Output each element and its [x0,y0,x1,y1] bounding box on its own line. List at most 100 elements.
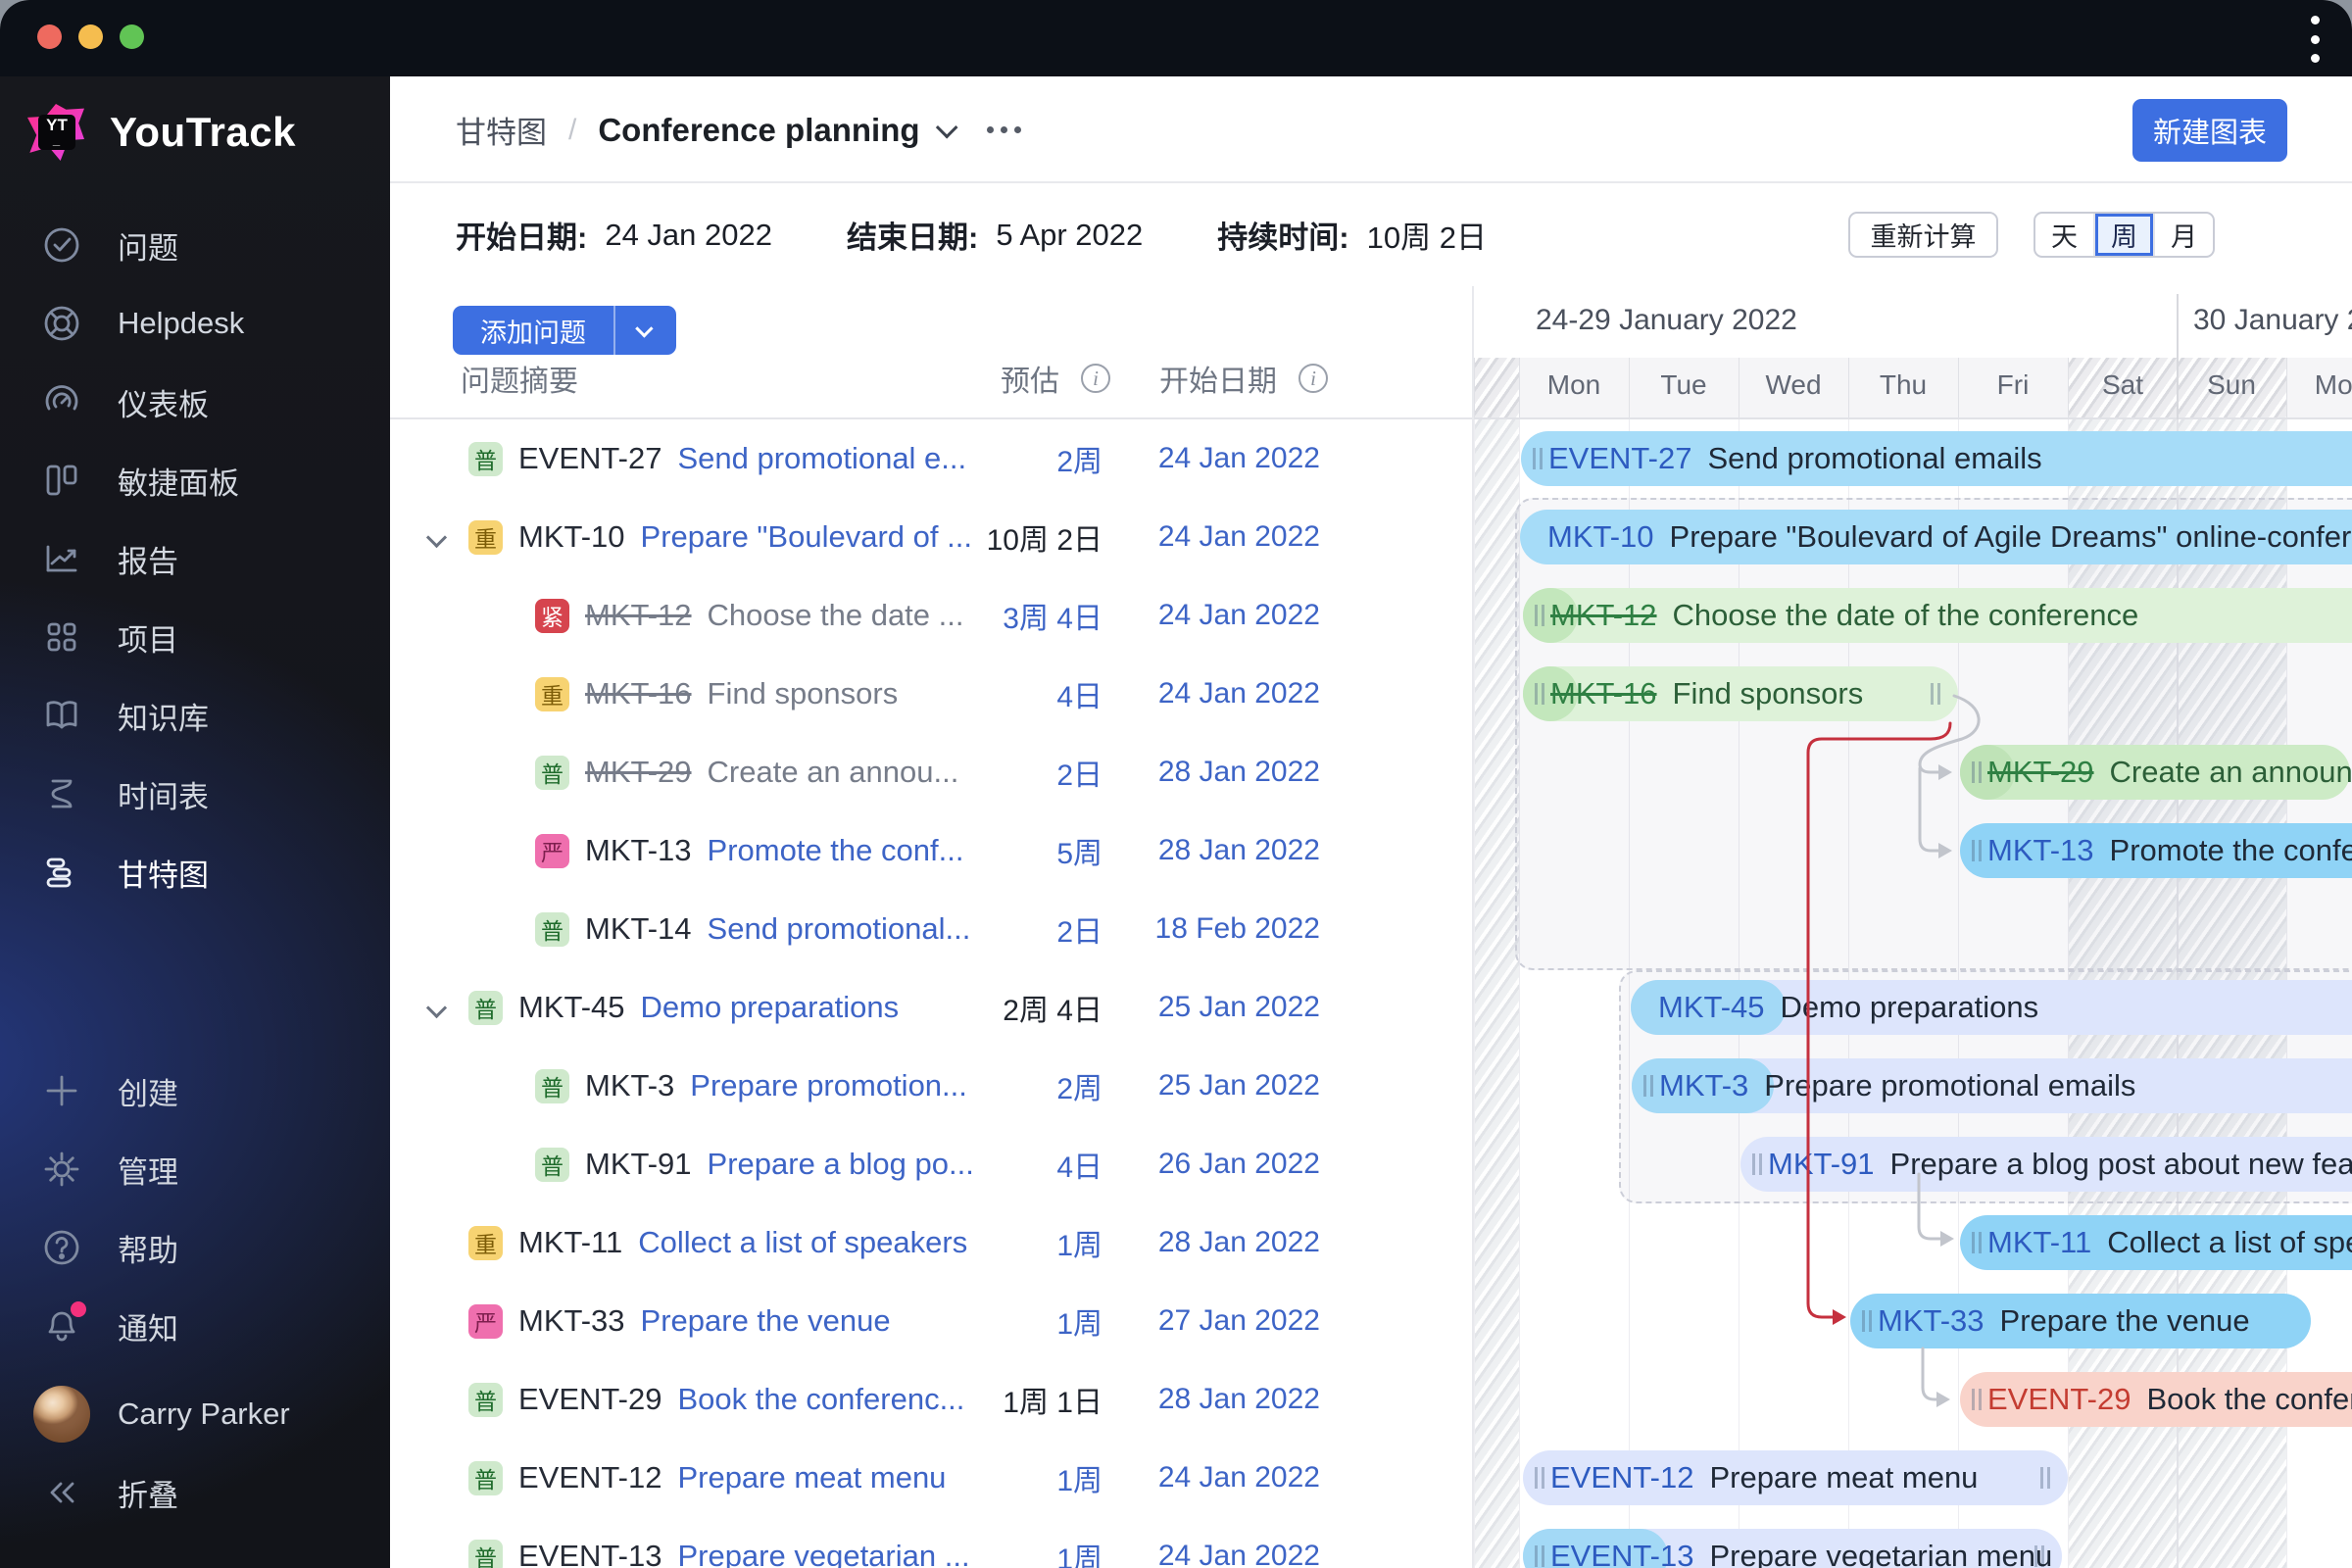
table-row[interactable]: 普 MKT-3 Prepare promotion... 2周 25 Jan 2022 [390,1047,1472,1125]
table-row[interactable]: 普 MKT-45 Demo preparations 2周 4日 25 Jan 2022 [390,968,1472,1047]
column-start-date[interactable]: 开始日期 i [1159,357,1328,400]
gantt-bar-MKT-45[interactable]: MKT-45 Demo preparations [1631,980,2352,1035]
sidebar-item-项目[interactable]: 项目 [0,600,390,674]
issue-title-link[interactable]: Prepare the venue [641,1303,891,1339]
gantt-bar-EVENT-27[interactable]: EVENT-27 Send promotional emails [1521,431,2352,486]
info-icon[interactable]: i [1298,364,1328,393]
issue-title-link[interactable]: Create an annou... [708,755,959,790]
estimate-value[interactable]: 10周 2日 [987,498,1102,576]
sidebar-item-Helpdesk[interactable]: Helpdesk [0,286,390,361]
table-row[interactable]: 紧 MKT-12 Choose the date ... 3周 4日 24 Jan 20… [390,576,1472,655]
sidebar-item-报告[interactable]: 报告 [0,521,390,596]
estimate-value[interactable]: 4日 [1056,1125,1102,1203]
bar-issue-id[interactable]: MKT-11 [1987,1225,2091,1260]
chevron-down-icon[interactable] [935,116,958,138]
table-row[interactable]: 重 MKT-11 Collect a list of speakers 1周 28 Ja… [390,1203,1472,1282]
start-date-value[interactable]: 25 Jan 2022 [1158,968,1320,1047]
issue-id[interactable]: MKT-12 [585,598,692,633]
issue-id[interactable]: MKT-11 [518,1225,622,1260]
issue-title-link[interactable]: Send promotional... [708,911,971,947]
issue-title-link[interactable]: Prepare promotion... [690,1068,967,1103]
gantt-bar-MKT-12[interactable]: MKT-12 Choose the date of the conference [1523,588,2352,643]
table-row[interactable]: 普 MKT-91 Prepare a blog po... 4日 26 Jan 2022 [390,1125,1472,1203]
start-date-value[interactable]: 24 Jan 2022 [1158,419,1320,498]
start-date-value[interactable]: 26 Jan 2022 [1158,1125,1320,1203]
estimate-value[interactable]: 1周 1日 [1003,1360,1102,1439]
breadcrumb-root[interactable]: 甘特图 [456,108,547,152]
gantt-bar-MKT-91[interactable]: MKT-91 Prepare a blog post about new fea.… [1740,1137,2352,1192]
bar-issue-id[interactable]: MKT-16 [1550,676,1657,711]
sidebar-item-帮助[interactable]: 帮助 [0,1210,390,1285]
gantt-bar-MKT-16[interactable]: MKT-16 Find sponsors [1523,666,1958,721]
youtrack-logo[interactable]: YT _ YouTrack [25,102,296,163]
sidebar-item-通知[interactable]: 通知 [0,1289,390,1363]
start-date-value[interactable]: 28 Jan 2022 [1158,1203,1320,1282]
close-window-button[interactable] [37,24,62,49]
table-row[interactable]: 普 EVENT-12 Prepare meat menu 1周 24 Jan 2022 [390,1439,1472,1517]
issue-id[interactable]: EVENT-12 [518,1460,662,1495]
issue-title-link[interactable]: Promote the conf... [708,833,964,868]
collapse-caret-icon[interactable] [425,997,448,1019]
issue-title-link[interactable]: Find sponsors [708,676,899,711]
issue-id[interactable]: MKT-45 [518,990,625,1025]
issue-title-link[interactable]: Collect a list of speakers [638,1225,967,1260]
bar-issue-id[interactable]: MKT-45 [1658,990,1765,1025]
gantt-bar-EVENT-29[interactable]: EVENT-29 Book the confere [1960,1372,2352,1427]
table-row[interactable]: 普 EVENT-29 Book the conferenc... 1周 1日 28 Ja… [390,1360,1472,1439]
gantt-bar-MKT-10[interactable]: MKT-10 Prepare "Boulevard of Agile Dreams… [1520,510,2352,564]
start-date-value[interactable]: 28 Jan 2022 [1158,1360,1320,1439]
collapse-caret-icon[interactable] [425,526,448,549]
start-date-value[interactable]: 27 Jan 2022 [1158,1282,1320,1360]
issue-id[interactable]: EVENT-13 [518,1539,662,1568]
timescale-option-周[interactable]: 周 [2095,214,2155,256]
add-issue-dropdown[interactable] [613,306,676,355]
timescale-option-月[interactable]: 月 [2155,214,2213,256]
sidebar-item-折叠[interactable]: 折叠 [0,1455,390,1530]
bar-issue-id[interactable]: MKT-91 [1768,1147,1875,1182]
issue-title-link[interactable]: Book the conferenc... [677,1382,964,1417]
issue-id[interactable]: MKT-3 [585,1068,674,1103]
start-date-value[interactable]: 28 Jan 2022 [1158,811,1320,890]
estimate-value[interactable]: 3周 4日 [1003,576,1102,655]
drag-handle[interactable] [2040,1467,2050,1489]
issue-id[interactable]: MKT-13 [585,833,692,868]
drag-handle[interactable] [1931,683,1940,705]
bar-issue-id[interactable]: EVENT-13 [1550,1539,1693,1568]
bar-issue-id[interactable]: MKT-33 [1878,1303,1984,1339]
table-row[interactable]: 重 MKT-10 Prepare "Boulevard of ... 10周 2日 24… [390,498,1472,576]
start-date-value[interactable]: 24 Jan 2022 [1158,655,1320,733]
estimate-value[interactable]: 2周 4日 [1003,968,1102,1047]
table-row[interactable]: 严 MKT-13 Promote the conf... 5周 28 Jan 2022 [390,811,1472,890]
estimate-value[interactable]: 2周 [1056,419,1102,498]
estimate-value[interactable]: 2日 [1056,890,1102,968]
start-date-value[interactable]: 24 Jan 2022 [1158,576,1320,655]
table-row[interactable]: 普 EVENT-13 Prepare vegetarian ... 1周 24 Jan … [390,1517,1472,1568]
sidebar-item-问题[interactable]: 问题 [0,208,390,282]
issue-title-link[interactable]: Prepare "Boulevard of ... [641,519,972,555]
info-icon[interactable]: i [1081,364,1110,393]
issue-id[interactable]: MKT-14 [585,911,692,947]
start-date-value[interactable]: 18 Feb 2022 [1155,890,1320,968]
sidebar-item-user[interactable]: Carry Parker [0,1377,390,1451]
new-chart-button[interactable]: 新建图表 [2132,99,2287,162]
estimate-value[interactable]: 5周 [1056,811,1102,890]
bar-issue-id[interactable]: MKT-10 [1547,519,1654,555]
start-date-value[interactable]: 24 Jan 2022 [1158,498,1320,576]
issue-id[interactable]: EVENT-29 [518,1382,662,1417]
gantt-bar-MKT-29[interactable]: MKT-29 Create an announ... [1960,745,2352,800]
issue-id[interactable]: MKT-91 [585,1147,692,1182]
issue-id[interactable]: MKT-33 [518,1303,625,1339]
table-row[interactable]: 严 MKT-33 Prepare the venue 1周 27 Jan 2022 [390,1282,1472,1360]
gantt-bar-MKT-11[interactable]: MKT-11 Collect a list of spea [1960,1215,2352,1270]
estimate-value[interactable]: 1周 [1056,1203,1102,1282]
timescale-option-天[interactable]: 天 [2035,214,2095,256]
start-date-value[interactable]: 28 Jan 2022 [1158,733,1320,811]
estimate-value[interactable]: 2日 [1056,733,1102,811]
gantt-bar-EVENT-12[interactable]: EVENT-12 Prepare meat menu [1523,1450,2068,1505]
gantt-bar-MKT-3[interactable]: MKT-3 Prepare promotional emails [1632,1058,2352,1113]
minimize-window-button[interactable] [78,24,103,49]
table-row[interactable]: 普 MKT-14 Send promotional... 2日 18 Feb 2022 [390,890,1472,968]
sidebar-item-甘特图[interactable]: 甘特图 [0,835,390,909]
issue-title-link[interactable]: Prepare vegetarian ... [677,1539,969,1568]
issue-title-link[interactable]: Prepare meat menu [677,1460,946,1495]
